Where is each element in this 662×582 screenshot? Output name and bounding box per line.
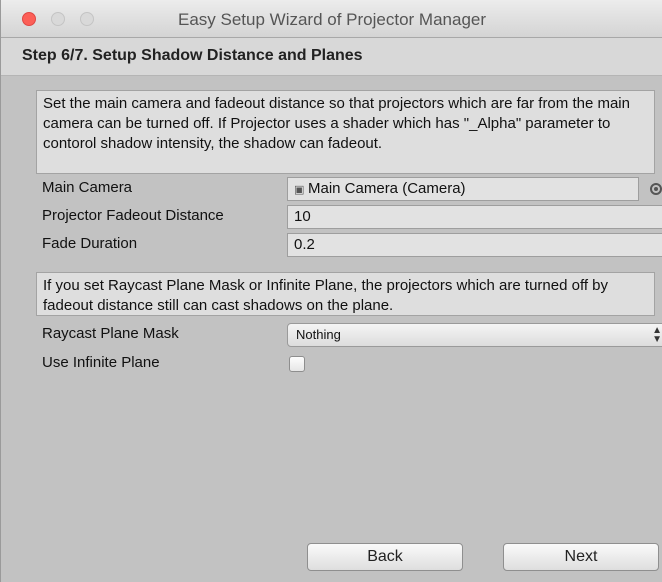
fadeout-distance-label: Projector Fadeout Distance <box>42 207 224 224</box>
wizard-window: Easy Setup Wizard of Projector Manager S… <box>0 0 662 582</box>
camera-icon: ▣ <box>294 184 305 196</box>
title-bar: Easy Setup Wizard of Projector Manager <box>1 0 662 38</box>
raycast-mask-selected: Nothing <box>296 327 341 342</box>
step-header: Step 6/7. Setup Shadow Distance and Plan… <box>1 38 662 76</box>
back-button[interactable]: Back <box>307 543 463 571</box>
main-camera-field[interactable]: ▣ Main Camera (Camera) <box>287 177 639 201</box>
next-button[interactable]: Next <box>503 543 659 571</box>
step-title: Step 6/7. Setup Shadow Distance and Plan… <box>22 47 363 64</box>
infinite-plane-label: Use Infinite Plane <box>42 354 160 371</box>
fade-duration-input[interactable]: 0.2 <box>287 233 662 257</box>
fade-duration-label: Fade Duration <box>42 235 138 252</box>
main-camera-label: Main Camera <box>42 179 133 196</box>
infinite-plane-row: Use Infinite Plane <box>36 352 655 376</box>
raycast-mask-label: Raycast Plane Mask <box>42 325 179 342</box>
raycast-mask-dropdown[interactable]: Nothing ▲ ▼ <box>287 323 662 347</box>
raycast-mask-row: Raycast Plane Mask Nothing ▲ ▼ <box>36 323 662 347</box>
infinite-plane-checkbox[interactable] <box>289 356 305 372</box>
main-camera-row: Main Camera ▣ Main Camera (Camera) <box>36 177 662 201</box>
window-title: Easy Setup Wizard of Projector Manager <box>177 10 487 29</box>
main-camera-value: Main Camera (Camera) <box>308 180 466 197</box>
fadeout-distance-row: Projector Fadeout Distance 10 <box>36 205 662 229</box>
fade-duration-row: Fade Duration 0.2 <box>36 233 662 257</box>
help-box-fadeout: Set the main camera and fadeout distance… <box>36 90 655 174</box>
help-box-planes: If you set Raycast Plane Mask or Infinit… <box>36 272 655 316</box>
wizard-content: Set the main camera and fadeout distance… <box>22 76 662 582</box>
object-picker-icon[interactable] <box>650 183 662 195</box>
up-down-arrow-icon: ▲ ▼ <box>652 325 662 345</box>
fadeout-distance-input[interactable]: 10 <box>287 205 662 229</box>
